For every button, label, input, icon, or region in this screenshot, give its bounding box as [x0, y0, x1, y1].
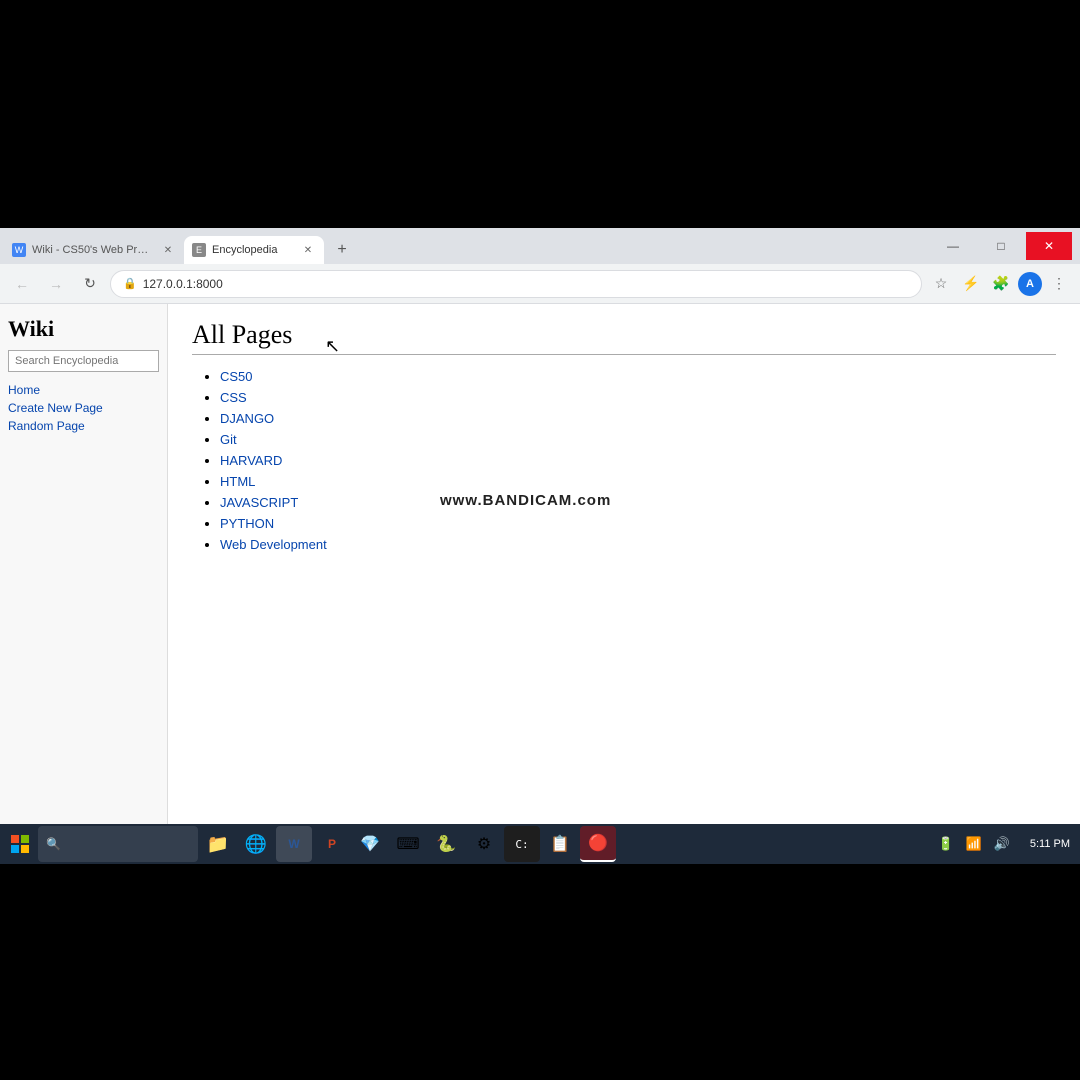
- list-item: Web Development: [220, 537, 1056, 552]
- taskbar-app-vscode[interactable]: ⌨: [390, 826, 426, 862]
- page-link[interactable]: HARVARD: [220, 453, 282, 468]
- tab-container: W Wiki - CS50's Web Programmin... ✕ E En…: [4, 228, 930, 264]
- sidebar-link-random[interactable]: Random Page: [8, 418, 159, 434]
- tab-1[interactable]: W Wiki - CS50's Web Programmin... ✕: [4, 236, 184, 264]
- title-bar: W Wiki - CS50's Web Programmin... ✕ E En…: [0, 228, 1080, 264]
- taskbar: 🔍 📁 🌐 W P 💎 ⌨ 🐍 ⚙ C: 📋 🔴 🔋 📶 🔊 5:11 PM: [0, 824, 1080, 864]
- page-link[interactable]: HTML: [220, 474, 255, 489]
- close-button[interactable]: ✕: [1026, 232, 1072, 260]
- reload-button[interactable]: ↻: [76, 270, 104, 298]
- sidebar: Wiki Home Create New Page Random Page: [0, 304, 168, 824]
- battery-icon[interactable]: 🔋: [934, 832, 958, 856]
- main-content: All Pages CS50 CSS DJANGO Git HARVARD HTML JAV…: [168, 304, 1080, 824]
- sidebar-nav: Home Create New Page Random Page: [8, 382, 159, 434]
- taskbar-app-word[interactable]: W: [276, 826, 312, 862]
- tab1-close[interactable]: ✕: [160, 242, 176, 258]
- window-controls: — □ ✕: [930, 232, 1076, 260]
- network-icon[interactable]: 📶: [962, 832, 986, 856]
- page-content: Wiki Home Create New Page Random Page Al…: [0, 304, 1080, 824]
- page-link[interactable]: PYTHON: [220, 516, 274, 531]
- windows-logo: [11, 835, 29, 853]
- sidebar-link-create[interactable]: Create New Page: [8, 400, 159, 416]
- page-title: All Pages: [192, 320, 1056, 355]
- taskbar-app-python[interactable]: 🐍: [428, 826, 464, 862]
- page-link[interactable]: Git: [220, 432, 237, 447]
- list-item: DJANGO: [220, 411, 1056, 426]
- new-tab-button[interactable]: +: [328, 236, 356, 264]
- taskbar-app-ppt[interactable]: P: [314, 826, 350, 862]
- list-item: CS50: [220, 369, 1056, 384]
- address-actions: ☆ ⚡ 🧩 A ⋮: [928, 271, 1072, 297]
- maximize-button[interactable]: □: [978, 232, 1024, 260]
- browser-window: W Wiki - CS50's Web Programmin... ✕ E En…: [0, 228, 1080, 864]
- page-link[interactable]: CS50: [220, 369, 253, 384]
- taskbar-app-cmd[interactable]: C:: [504, 826, 540, 862]
- taskbar-app-settings[interactable]: ⚙: [466, 826, 502, 862]
- taskbar-app-vs[interactable]: 💎: [352, 826, 388, 862]
- list-item: CSS: [220, 390, 1056, 405]
- taskbar-tray: 🔋 📶 🔊: [934, 832, 1022, 856]
- tab2-close[interactable]: ✕: [300, 242, 316, 258]
- taskbar-app-terminal[interactable]: 📋: [542, 826, 578, 862]
- black-top-area: [0, 0, 1080, 228]
- black-bottom-area: [0, 864, 1080, 1064]
- sidebar-title: Wiki: [8, 316, 159, 342]
- minimize-button[interactable]: —: [930, 232, 976, 260]
- address-text: 127.0.0.1:8000: [143, 277, 909, 291]
- list-item: HARVARD: [220, 453, 1056, 468]
- volume-icon[interactable]: 🔊: [990, 832, 1014, 856]
- taskbar-clock[interactable]: 5:11 PM: [1024, 836, 1076, 852]
- tab-2[interactable]: E Encyclopedia ✕: [184, 236, 324, 264]
- taskbar-search[interactable]: 🔍: [38, 826, 198, 862]
- address-input-wrap[interactable]: 🔒 127.0.0.1:8000: [110, 270, 922, 298]
- extension-button[interactable]: ⚡: [958, 271, 984, 297]
- page-link[interactable]: CSS: [220, 390, 247, 405]
- list-item: PYTHON: [220, 516, 1056, 531]
- list-item: Git: [220, 432, 1056, 447]
- search-input[interactable]: [8, 350, 159, 372]
- back-button[interactable]: ←: [8, 270, 36, 298]
- tab2-label: Encyclopedia: [212, 244, 294, 256]
- sidebar-link-home[interactable]: Home: [8, 382, 159, 398]
- tab1-label: Wiki - CS50's Web Programmin...: [32, 244, 154, 256]
- tab2-favicon: E: [192, 243, 206, 257]
- bookmark-button[interactable]: ☆: [928, 271, 954, 297]
- taskbar-app-ie[interactable]: 🌐: [238, 826, 274, 862]
- menu-button[interactable]: ⋮: [1046, 271, 1072, 297]
- page-list: CS50 CSS DJANGO Git HARVARD HTML JAVASCRIPT PYT…: [192, 369, 1056, 552]
- profile-button[interactable]: A: [1018, 272, 1042, 296]
- taskbar-app-bandicam[interactable]: 🔴: [580, 826, 616, 862]
- page-link[interactable]: JAVASCRIPT: [220, 495, 298, 510]
- list-item: HTML: [220, 474, 1056, 489]
- address-bar: ← → ↻ 🔒 127.0.0.1:8000 www.BANDICAM.com …: [0, 264, 1080, 304]
- list-item: JAVASCRIPT: [220, 495, 1056, 510]
- page-link[interactable]: DJANGO: [220, 411, 274, 426]
- tab1-favicon: W: [12, 243, 26, 257]
- page-link[interactable]: Web Development: [220, 537, 327, 552]
- taskbar-app-explorer[interactable]: 📁: [200, 826, 236, 862]
- forward-button[interactable]: →: [42, 270, 70, 298]
- extensions-button[interactable]: 🧩: [988, 271, 1014, 297]
- search-taskbar-icon: 🔍: [46, 837, 61, 851]
- start-button[interactable]: [4, 828, 36, 860]
- lock-icon: 🔒: [123, 277, 137, 290]
